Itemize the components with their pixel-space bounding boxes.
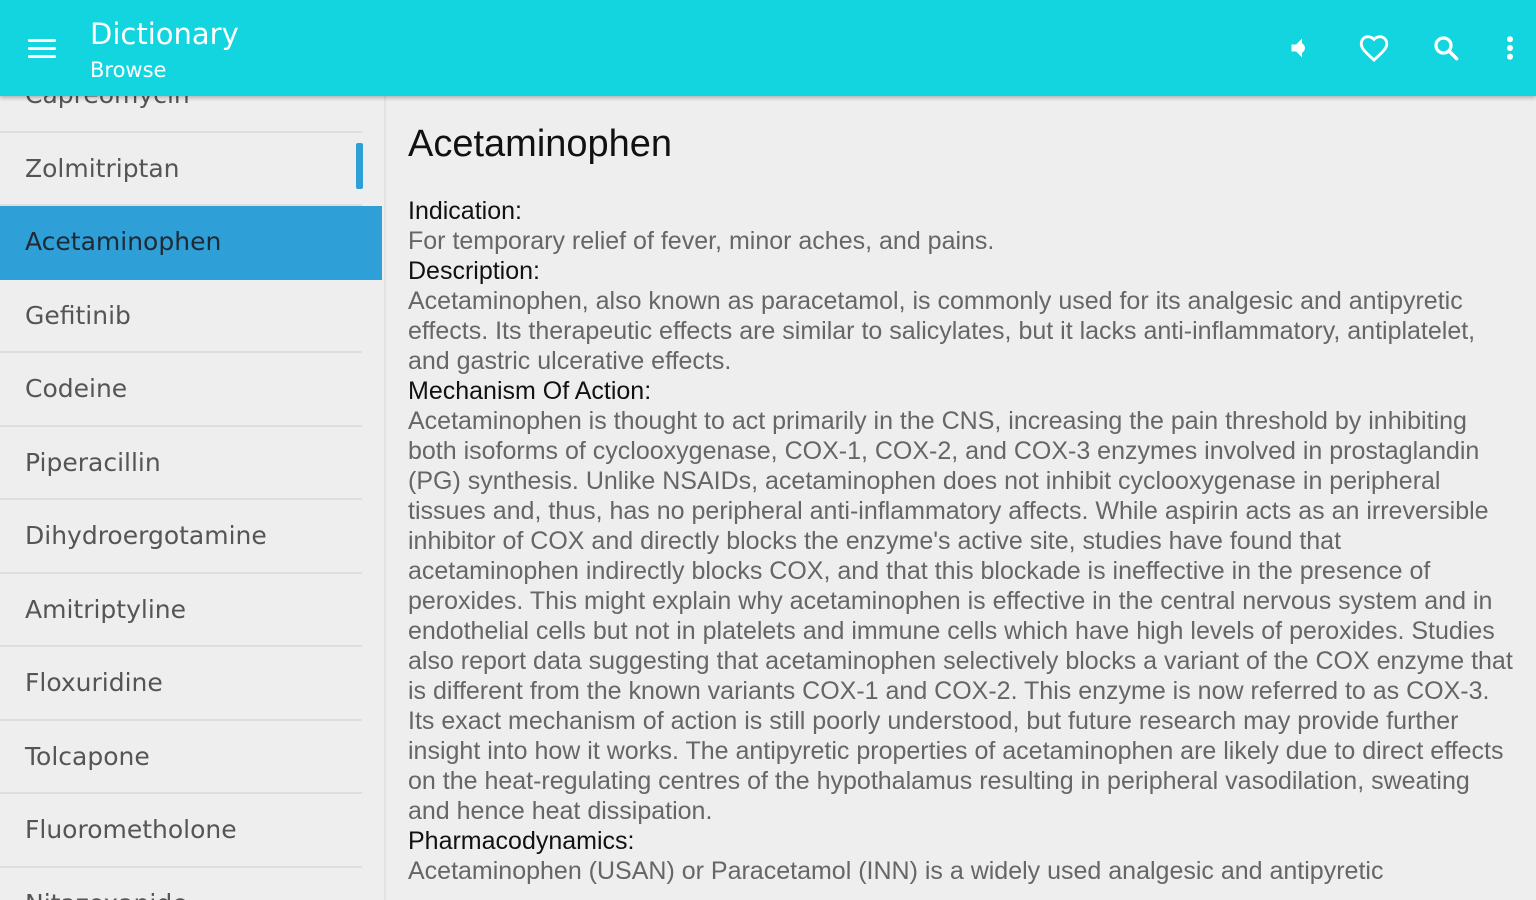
list-item[interactable]: Piperacillin [0,427,362,500]
list-item[interactable]: Zolmitriptan [0,133,362,206]
app-title: Dictionary [90,17,239,51]
more-vert-icon[interactable] [1488,26,1532,70]
section-label: Description: [408,257,540,285]
app-subtitle: Browse [90,58,167,82]
drug-list-items: CapreomycinZolmitriptanAcetaminophenGefi… [0,96,384,900]
scrollbar[interactable] [356,143,363,189]
drug-list[interactable]: CapreomycinZolmitriptanAcetaminophenGefi… [0,96,386,900]
entry-title: Acetaminophen [408,123,673,165]
list-item[interactable]: Amitriptyline [0,574,362,647]
entry-body: Indication: For temporary relief of fever… [408,196,1514,886]
heart-icon[interactable] [1352,26,1396,70]
section-text: Acetaminophen, also known as paracetamol… [408,287,1476,375]
section-text: Acetaminophen is thought to act primaril… [408,407,1513,825]
list-item[interactable]: Floxuridine [0,647,362,721]
volume-icon[interactable] [1280,26,1324,70]
section-label: Mechanism Of Action: [408,377,652,405]
list-item[interactable]: Dihydroergotamine [0,500,362,574]
list-item[interactable]: Gefitinib [0,280,362,353]
list-item[interactable]: Capreomycin [0,96,362,133]
list-item[interactable]: Acetaminophen [0,206,382,280]
section-label: Pharmacodynamics: [408,827,635,855]
list-item[interactable]: Nitazoxanide [0,868,362,900]
section-label: Indication: [408,197,522,225]
menu-icon[interactable] [20,28,64,68]
list-item[interactable]: Codeine [0,353,362,427]
section-text: Acetaminophen (USAN) or Paracetamol (INN… [408,857,1384,885]
entry-detail: Acetaminophen Indication: For temporary r… [388,96,1536,900]
section-text: For temporary relief of fever, minor ach… [408,227,995,255]
app-bar: Dictionary Browse [0,0,1536,96]
list-item[interactable]: Tolcapone [0,721,362,794]
search-icon[interactable] [1424,26,1468,70]
list-item[interactable]: Fluorometholone [0,794,362,868]
